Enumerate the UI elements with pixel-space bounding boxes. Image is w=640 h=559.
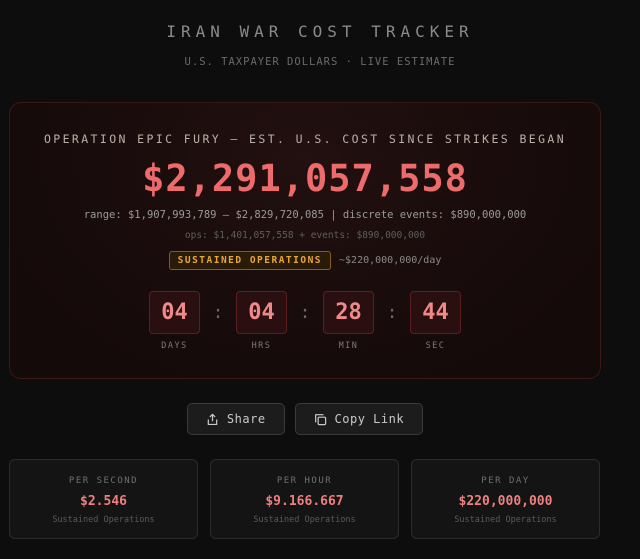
stat-per-hour: PER HOUR $9.166.667 Sustained Operations — [210, 459, 399, 539]
status-badge: SUSTAINED OPERATIONS — [168, 251, 332, 270]
timer-days-value: 04 — [149, 291, 200, 334]
timer-seconds: 44 SEC — [410, 291, 462, 351]
copy-link-button[interactable]: Copy Link — [294, 403, 424, 435]
timer-separator: : — [299, 302, 311, 323]
operation-label: OPERATION EPIC FURY — EST. U.S. COST SIN… — [43, 132, 567, 146]
cost-card: OPERATION EPIC FURY — EST. U.S. COST SIN… — [9, 102, 601, 379]
share-icon — [206, 412, 219, 426]
timer-separator: : — [386, 302, 398, 323]
page-subtitle: U.S. TAXPAYER DOLLARS · LIVE ESTIMATE — [184, 56, 456, 68]
timer-hours: 04 HRS — [236, 291, 288, 351]
share-button[interactable]: Share — [186, 403, 285, 435]
stat-value: $2.546 — [80, 494, 127, 509]
elapsed-timer: 04 DAYS : 04 HRS : 28 MIN : 44 SEC — [10, 291, 600, 351]
status-row: SUSTAINED OPERATIONS ~$220,000,000/day — [10, 251, 600, 270]
stat-label: PER SECOND — [68, 476, 139, 486]
timer-minutes: 28 MIN — [323, 291, 375, 351]
stat-value: $9.166.667 — [265, 494, 344, 509]
stat-label: PER DAY — [481, 476, 530, 486]
stat-label: PER HOUR — [276, 476, 333, 486]
copy-icon — [314, 413, 327, 426]
cost-total: $2,291,057,558 — [142, 157, 468, 200]
share-label: Share — [226, 412, 266, 426]
timer-seconds-label: SEC — [425, 341, 446, 351]
timer-days-label: DAYS — [161, 341, 188, 351]
timer-hours-label: HRS — [251, 341, 272, 351]
cost-breakdown: ops: $1,401,057,558 + events: $890,000,0… — [184, 230, 426, 241]
timer-days: 04 DAYS — [149, 291, 201, 351]
stat-caption: Sustained Operations — [454, 515, 557, 525]
stat-caption: Sustained Operations — [253, 515, 356, 525]
page: IRAN WAR COST TRACKER U.S. TAXPAYER DOLL… — [0, 0, 640, 559]
stat-per-day: PER DAY $220,000,000 Sustained Operation… — [411, 459, 600, 539]
daily-rate: ~$220,000,000/day — [339, 255, 442, 266]
stat-value: $220,000,000 — [458, 494, 553, 509]
timer-separator: : — [212, 302, 224, 323]
timer-minutes-value: 28 — [323, 291, 374, 334]
action-bar: Share Copy Link — [0, 403, 640, 435]
stat-per-second: PER SECOND $2.546 Sustained Operations — [9, 459, 198, 539]
timer-seconds-value: 44 — [410, 291, 461, 334]
cost-range: range: $1,907,993,789 – $2,829,720,085 |… — [83, 209, 527, 221]
copy-link-label: Copy Link — [334, 412, 405, 426]
timer-hours-value: 04 — [236, 291, 287, 334]
timer-minutes-label: MIN — [338, 341, 359, 351]
rate-stats: PER SECOND $2.546 Sustained Operations P… — [9, 459, 600, 539]
stat-caption: Sustained Operations — [52, 515, 155, 525]
page-title: IRAN WAR COST TRACKER — [166, 22, 474, 41]
